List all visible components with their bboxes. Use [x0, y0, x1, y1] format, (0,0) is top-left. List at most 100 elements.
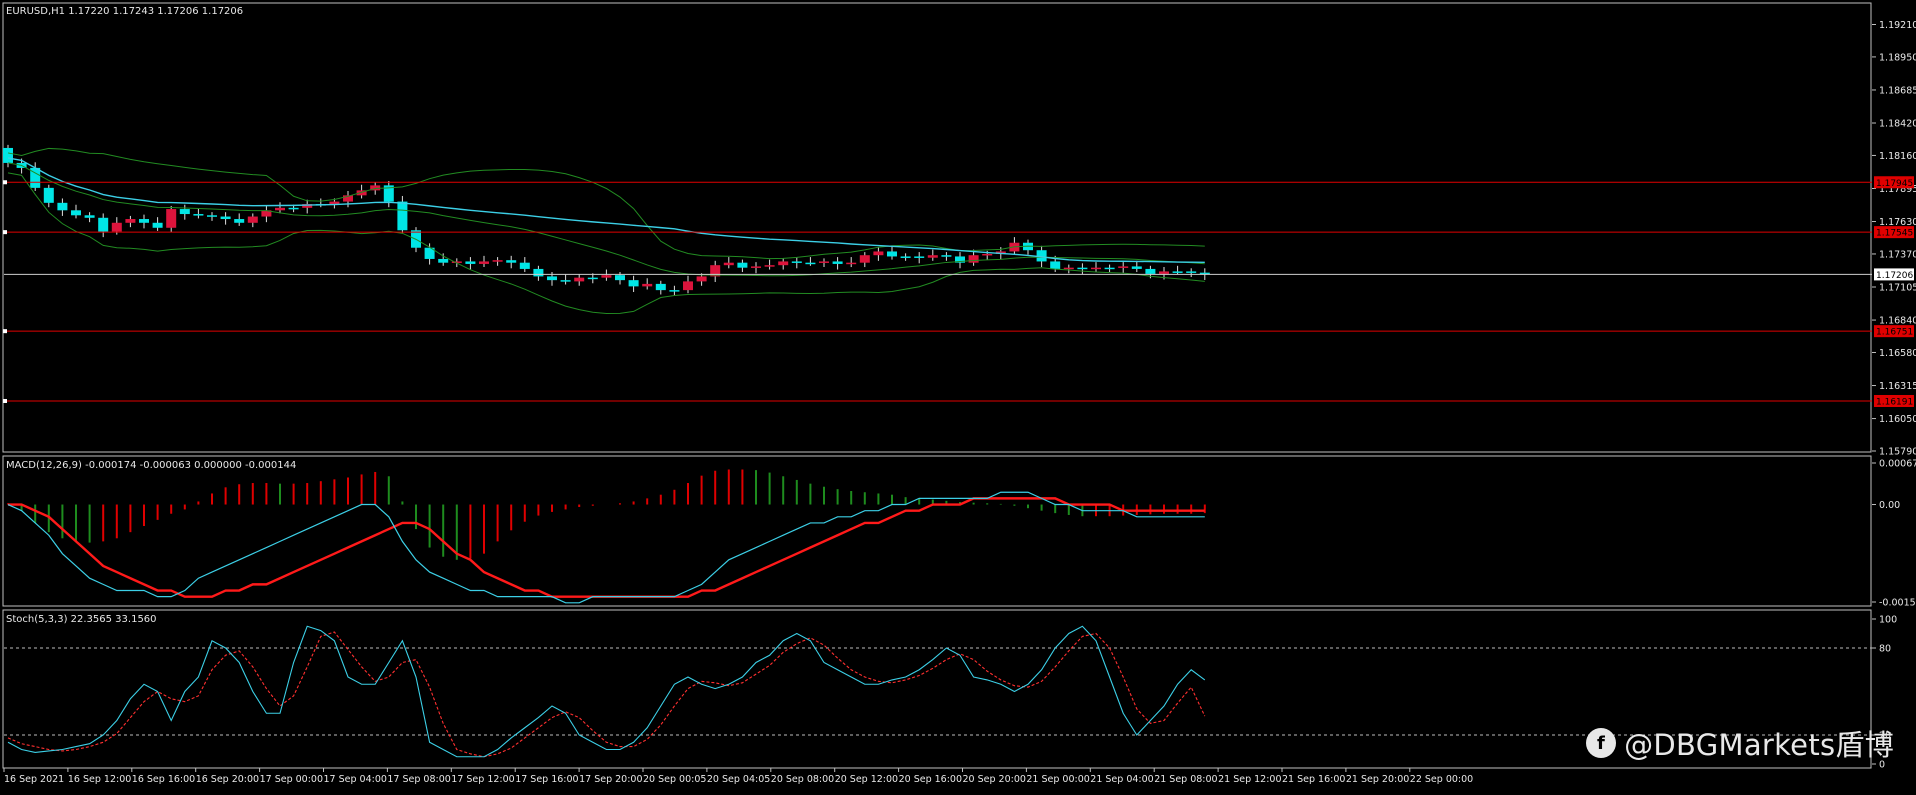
- candle-body: [506, 260, 517, 263]
- candle-body: [941, 255, 952, 257]
- candle-body: [723, 262, 734, 266]
- price-tick-label: 1.18685: [1879, 85, 1916, 96]
- level-anchor: [3, 230, 7, 235]
- candle-body: [519, 262, 530, 269]
- chart-window: 1.19210 1.18950 1.18685 1.18420 1.18160 1.178…: [0, 0, 1916, 791]
- macd-pane-frame: [2, 455, 1872, 607]
- time-tick-label: 20 Sep 04:05: [707, 774, 770, 785]
- price-tick-label: 1.16050: [1879, 414, 1916, 425]
- price-tick-label: 1.15790: [1879, 447, 1916, 458]
- candle-body: [1050, 261, 1061, 269]
- candle-body: [982, 253, 993, 256]
- price-pane-frame: [2, 2, 1872, 453]
- time-tick-label: 17 Sep 12:00: [451, 774, 514, 785]
- candle-body: [1159, 271, 1169, 274]
- price-tick-label: 1.17370: [1879, 249, 1916, 260]
- candle-body: [57, 202, 68, 211]
- candle-body: [669, 290, 680, 292]
- candle-body: [1091, 267, 1101, 270]
- time-axis: 16 Sep 2021 16 Sep 12:00 16 Sep 16:00 16 Se…: [3, 768, 1473, 785]
- candle-body: [655, 283, 666, 291]
- stoch-tick-label: 80: [1879, 644, 1891, 655]
- candle-body: [492, 260, 503, 262]
- candle-body: [152, 222, 163, 228]
- candle-body: [1077, 267, 1088, 270]
- time-tick-label: 20 Sep 08:00: [771, 774, 834, 785]
- time-tick-label: 21 Sep 20:00: [1346, 774, 1409, 785]
- time-tick-label: 16 Sep 16:00: [132, 774, 195, 785]
- level-price-label: 1.17545: [1876, 229, 1913, 239]
- watermark-text: @DBGMarkets盾博: [1624, 728, 1894, 762]
- chart-svg: 1.192101.189501.186851.184201.181601.178…: [2, 2, 1916, 785]
- price-tick-label: 1.17105: [1879, 283, 1916, 294]
- candle-body: [1118, 266, 1129, 268]
- candle-body: [914, 256, 925, 258]
- time-tick-label: 16 Sep 12:00: [68, 774, 131, 785]
- candle-body: [1186, 271, 1197, 273]
- time-tick-label: 21 Sep 04:00: [1090, 774, 1153, 785]
- candle-body: [139, 219, 149, 223]
- candle-body: [288, 207, 299, 210]
- candle-body: [683, 281, 693, 291]
- stoch-pane-label: Stoch(5,3,3) 22.3565 33.1560: [6, 614, 157, 625]
- level-price-label: 1.16751: [1876, 328, 1913, 338]
- candle-body: [887, 251, 897, 257]
- candle-body: [438, 258, 449, 263]
- candle-body: [179, 209, 190, 215]
- level-price-label: 1.16191: [1876, 397, 1913, 407]
- price-pane: 1.192101.189501.186851.184201.181601.178…: [3, 20, 1916, 458]
- stoch-tick-label: 100: [1879, 615, 1897, 626]
- stoch-main-line: [7, 625, 1206, 758]
- candle-body: [900, 256, 911, 258]
- price-tick-label: 1.18420: [1879, 119, 1916, 130]
- current-price-label: 1.17206: [1876, 271, 1913, 281]
- candle-body: [43, 187, 54, 203]
- candle-body: [805, 262, 816, 265]
- facebook-icon: f: [1586, 728, 1617, 758]
- candle-body: [234, 219, 245, 223]
- candle-body: [560, 280, 571, 282]
- candle-body: [574, 277, 585, 282]
- time-tick-label: 16 Sep 2021: [4, 774, 64, 785]
- time-tick-label: 20 Sep 12:00: [835, 774, 898, 785]
- candle-body: [751, 266, 761, 268]
- time-tick-label: 20 Sep 20:00: [963, 774, 1026, 785]
- candle-body: [547, 276, 557, 281]
- macd-pane: 0.000676 0.00 -0.001587: [7, 459, 1916, 609]
- candle-body: [479, 261, 489, 264]
- macd-tick-label: 0.000676: [1879, 459, 1916, 470]
- time-tick-label: 17 Sep 00:00: [260, 774, 323, 785]
- candle-body: [927, 255, 938, 258]
- candle-body: [275, 207, 285, 211]
- level-anchor: [3, 398, 7, 403]
- time-tick-label: 17 Sep 04:00: [324, 774, 387, 785]
- candle-body: [846, 262, 857, 265]
- price-tick-label: 1.18160: [1879, 151, 1916, 162]
- candle-body: [84, 215, 95, 218]
- time-tick-label: 21 Sep 16:00: [1282, 774, 1345, 785]
- macd-tick-label: 0.00: [1879, 500, 1900, 511]
- candle-body: [819, 261, 829, 263]
- candle-body: [642, 283, 653, 287]
- macd-signal-line: [8, 497, 1205, 598]
- price-tick-label: 1.18950: [1879, 52, 1916, 63]
- candle-body: [696, 276, 707, 282]
- time-tick-label: 20 Sep 16:00: [899, 774, 962, 785]
- candle-body: [778, 261, 789, 266]
- candle-body: [207, 215, 217, 217]
- price-pane-label: EURUSD,H1 1.17220 1.17243 1.17206 1.1720…: [6, 6, 243, 17]
- price-tick-label: 1.16315: [1879, 381, 1916, 392]
- candle-body: [397, 201, 408, 231]
- price-tick-label: 1.16840: [1879, 316, 1916, 327]
- price-tick-label: 1.16580: [1879, 348, 1916, 359]
- candle-body: [193, 214, 204, 216]
- candle-body: [166, 209, 177, 228]
- candle-body: [1131, 266, 1142, 269]
- macd-main-line: [7, 491, 1205, 604]
- candle-body: [1145, 268, 1156, 274]
- candle-body: [111, 222, 122, 232]
- time-tick-label: 16 Sep 20:00: [196, 774, 259, 785]
- candle-body: [1104, 267, 1115, 270]
- candle-body: [791, 261, 802, 263]
- candle-body: [873, 251, 884, 256]
